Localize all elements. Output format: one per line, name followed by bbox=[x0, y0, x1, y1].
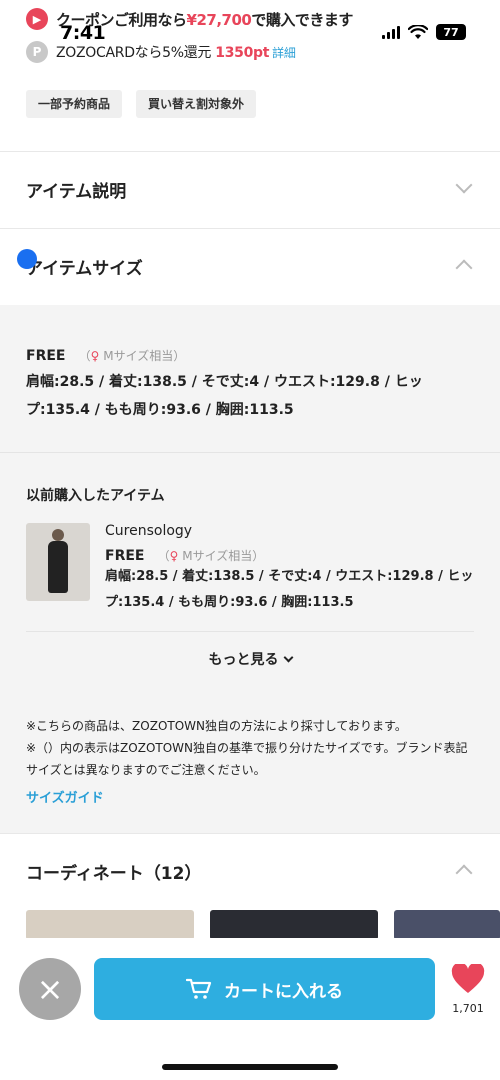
section-title: アイテムサイズ bbox=[26, 259, 143, 279]
previous-size-equivalent: （♀ Mサイズ相当） bbox=[158, 549, 265, 563]
status-icons: 77 bbox=[382, 24, 466, 40]
tag-preorder: 一部予約商品 bbox=[26, 90, 123, 118]
section-title: コーディネート（12） bbox=[26, 864, 202, 884]
home-indicator bbox=[162, 1064, 338, 1070]
coordinate-thumbnail[interactable] bbox=[210, 910, 378, 940]
note-line: ※（）内の表示はZOZOTOWN独自の基準で振り分けたサイズです。ブランド表記サ… bbox=[26, 741, 468, 777]
size-notes: ※こちらの商品は、ZOZOTOWN独自の方法により採寸しております。 ※（）内の… bbox=[26, 715, 476, 781]
cart-icon bbox=[186, 978, 212, 999]
size-measurements: 肩幅:28.5 / 着丈:138.5 / そで丈:4 / ウエスト:129.8 … bbox=[26, 374, 423, 418]
wifi-icon bbox=[408, 24, 428, 39]
heart-icon bbox=[451, 962, 485, 993]
battery-icon: 77 bbox=[436, 24, 466, 40]
previous-size-measurements: 肩幅:28.5 / 着丈:138.5 / そで丈:4 / ウエスト:129.8 … bbox=[105, 569, 474, 610]
size-equivalent: （♀ Mサイズ相当） bbox=[79, 349, 186, 363]
section-item-size[interactable]: アイテムサイズ bbox=[0, 228, 500, 304]
previous-item-brand[interactable]: Curensology bbox=[105, 523, 475, 539]
close-icon: × bbox=[36, 970, 64, 1008]
show-more-label: もっと見る bbox=[208, 652, 279, 668]
size-info: FREE （♀ Mサイズ相当） 肩幅:28.5 / 着丈:138.5 / そで丈… bbox=[26, 345, 476, 424]
size-panel: FREE （♀ Mサイズ相当） 肩幅:28.5 / 着丈:138.5 / そで丈… bbox=[0, 305, 500, 833]
chevron-up-icon bbox=[455, 259, 473, 277]
size-equiv-text: Mサイズ相当） bbox=[103, 349, 186, 363]
coupon-amount: ¥27,700 bbox=[186, 10, 252, 29]
item-tags: 一部予約商品 買い替え割対象外 bbox=[26, 90, 257, 118]
favorite-count: 1,701 bbox=[452, 1002, 484, 1015]
chevron-down-icon bbox=[283, 652, 293, 663]
show-more-button[interactable]: もっと見る bbox=[0, 649, 500, 669]
cellular-signal-icon bbox=[382, 25, 400, 39]
bottom-action-bar: × カートに入れる 1,701 bbox=[0, 938, 500, 1080]
coupon-icon: ▶ bbox=[26, 8, 48, 30]
size-label: FREE bbox=[26, 348, 66, 364]
coordinate-thumbnail[interactable] bbox=[26, 910, 194, 940]
close-button[interactable]: × bbox=[19, 958, 81, 1020]
section-title: アイテム説明 bbox=[26, 182, 127, 202]
previous-equiv-prefix: （ bbox=[157, 549, 170, 563]
previous-item-info: Curensology FREE （♀ Mサイズ相当） 肩幅:28.5 / 着丈… bbox=[105, 523, 475, 616]
size-equiv-prefix: （ bbox=[78, 349, 91, 363]
zozocard-points: 1350pt bbox=[215, 45, 270, 61]
points-icon: P bbox=[26, 41, 48, 63]
chevron-down-icon bbox=[455, 176, 473, 194]
previous-item-thumbnail[interactable] bbox=[26, 523, 90, 601]
previous-purchase-title: 以前購入したアイテム bbox=[26, 488, 165, 504]
zozocard-prefix: ZOZOCARDなら5%還元 bbox=[56, 45, 216, 61]
favorite-button[interactable]: 1,701 bbox=[448, 962, 488, 1015]
chevron-up-icon bbox=[455, 864, 473, 882]
tag-trade-in: 買い替え割対象外 bbox=[136, 90, 257, 118]
size-guide-link[interactable]: サイズガイド bbox=[26, 787, 104, 806]
previous-size-label: FREE bbox=[105, 548, 145, 564]
coordinate-thumbnail[interactable] bbox=[394, 910, 500, 940]
zozocard-text: ZOZOCARDなら5%還元 1350pt 詳細 bbox=[56, 42, 296, 62]
section-item-description[interactable]: アイテム説明 bbox=[0, 151, 500, 227]
divider bbox=[26, 631, 474, 632]
add-to-cart-label: カートに入れる bbox=[224, 981, 343, 1002]
divider bbox=[0, 452, 500, 453]
touch-indicator bbox=[17, 249, 37, 269]
person-icon: ♀ bbox=[169, 549, 179, 563]
top-banner: ▶ クーポンご利用なら¥27,700で購入できます 7:41 77 P ZOZO… bbox=[0, 0, 500, 80]
previous-equiv-text: Mサイズ相当） bbox=[182, 549, 265, 563]
zozocard-detail-link[interactable]: 詳細 bbox=[272, 46, 296, 60]
add-to-cart-button[interactable]: カートに入れる bbox=[94, 958, 435, 1020]
zozocard-row: P ZOZOCARDなら5%還元 1350pt 詳細 bbox=[26, 41, 296, 63]
note-line: ※こちらの商品は、ZOZOTOWN独自の方法により採寸しております。 bbox=[26, 719, 407, 733]
coupon-suffix: で購入できます bbox=[251, 10, 353, 29]
person-icon: ♀ bbox=[90, 349, 100, 363]
section-coordinate[interactable]: コーディネート（12） bbox=[0, 833, 500, 909]
